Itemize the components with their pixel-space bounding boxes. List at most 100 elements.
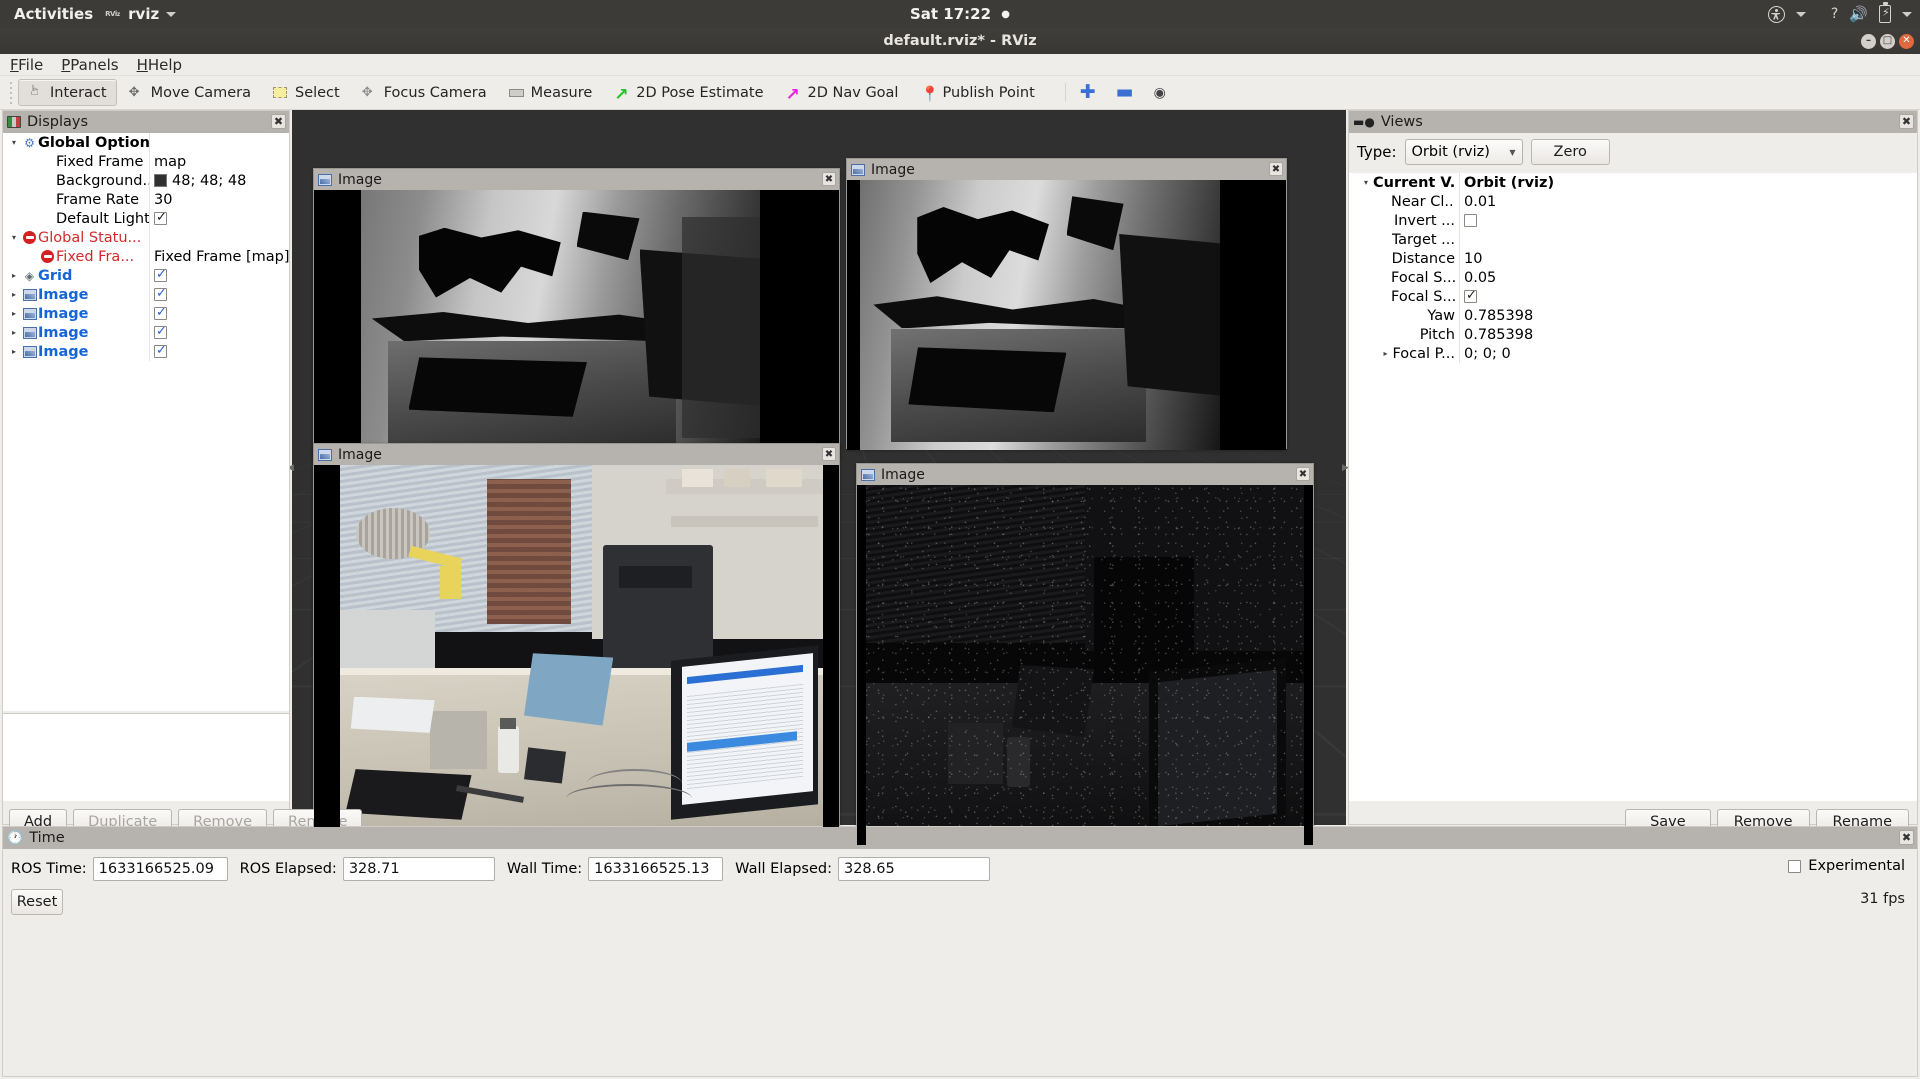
views-tree-row[interactable]: ▸ Focal P... 0; 0; 0 [1349,344,1917,363]
expand-arrow-icon[interactable]: ▸ [7,347,21,356]
views-row-value-cell[interactable] [1459,230,1917,249]
expand-arrow-icon[interactable]: ▸ [1378,349,1392,358]
views-row-value-cell[interactable]: 0.785398 [1459,306,1917,325]
expand-arrow-icon[interactable]: ▾ [1359,178,1373,187]
displays-tree[interactable]: ▾ ⚙ Global Options Fixed Frame map Background… [3,133,289,711]
expand-arrow-icon[interactable]: ▸ [7,328,21,337]
tool-properties-button[interactable]: ◉ [1154,85,1166,101]
views-tree-row[interactable]: Near Cl... 0.01 [1349,192,1917,211]
displays-row-value-cell[interactable] [149,228,289,247]
expand-arrow-icon[interactable]: ▸ [7,309,21,318]
volume-muted-icon[interactable]: 🔊 [1849,5,1868,23]
displays-tree-row[interactable]: ▸ Image [3,342,289,361]
views-tree-row[interactable]: Target ... [1349,230,1917,249]
displays-tree-row[interactable]: Background... 48; 48; 48 [3,171,289,190]
views-row-value-cell[interactable]: 0.01 [1459,192,1917,211]
displays-tree-row[interactable]: ▸ Image [3,285,289,304]
image-window-1-titlebar[interactable]: Image ✖ [314,169,839,190]
views-tree-row[interactable]: Distance 10 [1349,249,1917,268]
views-tree-row[interactable]: Yaw 0.785398 [1349,306,1917,325]
close-icon[interactable]: ✖ [1899,114,1914,129]
view-property-checkbox[interactable] [1464,214,1477,227]
menu-panels[interactable]: PPanels [61,56,118,74]
tool-interact[interactable]: Interact [18,79,117,106]
display-enable-checkbox[interactable] [154,210,167,225]
displays-row-value-cell[interactable]: map [149,152,289,171]
views-row-value-cell[interactable]: 0; 0; 0 [1459,344,1917,363]
displays-row-value-cell[interactable] [149,285,289,304]
displays-row-value-cell[interactable] [149,133,289,152]
activities-button[interactable]: Activities [0,5,105,23]
image-window-3-titlebar[interactable]: Image ✖ [314,444,839,465]
maximize-button[interactable]: □ [1880,33,1895,49]
color-swatch[interactable] [154,174,167,187]
view-property-checkbox[interactable] [1464,288,1477,303]
accessibility-icon[interactable] [1767,5,1785,23]
displays-row-value-cell[interactable] [149,323,289,342]
battery-charging-icon[interactable]: ⚡ [1879,2,1891,23]
display-enable-checkbox[interactable] [154,286,167,301]
display-enable-checkbox[interactable] [154,324,167,339]
displays-tree-row[interactable]: Fixed Fra... Fixed Frame [map]... [3,247,289,266]
views-tree-row[interactable]: Invert ... [1349,211,1917,230]
ros-time-input[interactable]: 1633166525.09 [92,857,228,881]
views-row-value-cell[interactable] [1459,211,1917,230]
expand-arrow-icon[interactable]: ▾ [7,138,21,147]
close-icon[interactable]: ✖ [271,114,286,129]
expand-arrow-icon[interactable]: ▾ [7,233,21,242]
image-window-2[interactable]: Image ✖ [846,158,1287,450]
reset-button[interactable]: Reset [11,889,63,915]
displays-row-value-cell[interactable]: Fixed Frame [map]... [149,247,289,266]
wall-time-input[interactable]: 1633166525.13 [588,857,724,881]
displays-tree-row[interactable]: Frame Rate 30 [3,190,289,209]
image-window-3[interactable]: Image ✖ [313,443,840,827]
remove-tool-button[interactable]: ▬ [1116,83,1134,102]
displays-row-value-cell[interactable] [149,304,289,323]
displays-tree-row[interactable]: ▾ Global Statu... [3,228,289,247]
views-tree-row[interactable]: Focal S... 0.05 [1349,268,1917,287]
displays-row-value-cell[interactable] [149,342,289,361]
ros-elapsed-input[interactable]: 328.71 [342,857,495,881]
close-icon[interactable]: ✖ [822,172,836,186]
views-tree-row[interactable]: Pitch 0.785398 [1349,325,1917,344]
view-type-select[interactable]: Orbit (rviz) ▼ [1404,139,1523,165]
tool-publish-point[interactable]: 📍 Publish Point [910,79,1044,106]
wall-elapsed-input[interactable]: 328.65 [837,857,990,881]
add-tool-button[interactable]: ✚ [1080,83,1096,102]
close-icon[interactable]: ✖ [1899,830,1914,845]
views-row-value-cell[interactable]: 10 [1459,249,1917,268]
tool-2d-pose-estimate[interactable]: ↗ 2D Pose Estimate [604,79,773,106]
expand-arrow-icon[interactable]: ▸ [7,290,21,299]
close-button[interactable]: ✕ [1899,33,1914,49]
displays-row-value-cell[interactable] [149,266,289,285]
close-icon[interactable]: ✖ [822,447,836,461]
displays-row-value-cell[interactable] [149,209,289,228]
display-enable-checkbox[interactable] [154,267,167,282]
displays-row-value-cell[interactable]: 30 [149,190,289,209]
expand-arrow-icon[interactable]: ▸ [7,271,21,280]
views-row-value-cell[interactable]: 0.05 [1459,268,1917,287]
image-window-1[interactable]: Image ✖ [313,168,840,460]
image-window-2-titlebar[interactable]: Image ✖ [847,159,1286,180]
chevron-down-icon[interactable] [1902,11,1912,17]
displays-tree-row[interactable]: ▸ Image [3,323,289,342]
image-window-4[interactable]: Image ✖ [856,463,1314,845]
views-row-value-cell[interactable]: 0.785398 [1459,325,1917,344]
image-window-4-titlebar[interactable]: Image ✖ [857,464,1313,485]
app-menu-rviz[interactable]: RViz rviz [105,5,177,23]
close-icon[interactable]: ✖ [1296,467,1310,481]
close-icon[interactable]: ✖ [1269,162,1283,176]
views-tree[interactable]: ▾Current V... Orbit (rviz) Near Cl... 0.01 I… [1349,173,1917,801]
views-tree-row[interactable]: Focal S... [1349,287,1917,306]
menu-file[interactable]: FFile [10,56,43,74]
help-icon[interactable]: ? [1831,6,1838,22]
tool-measure[interactable]: Measure [499,79,603,106]
experimental-checkbox[interactable] [1788,859,1802,873]
displays-tree-row[interactable]: Default Light [3,209,289,228]
views-row-value-cell[interactable]: Orbit (rviz) [1459,173,1917,192]
display-enable-checkbox[interactable] [154,305,167,320]
chevron-down-icon[interactable] [1795,11,1806,17]
views-tree-row[interactable]: ▾Current V... Orbit (rviz) [1349,173,1917,192]
tool-move-camera[interactable]: ✥ Move Camera [119,79,261,106]
displays-tree-row[interactable]: ▾ ⚙ Global Options [3,133,289,152]
